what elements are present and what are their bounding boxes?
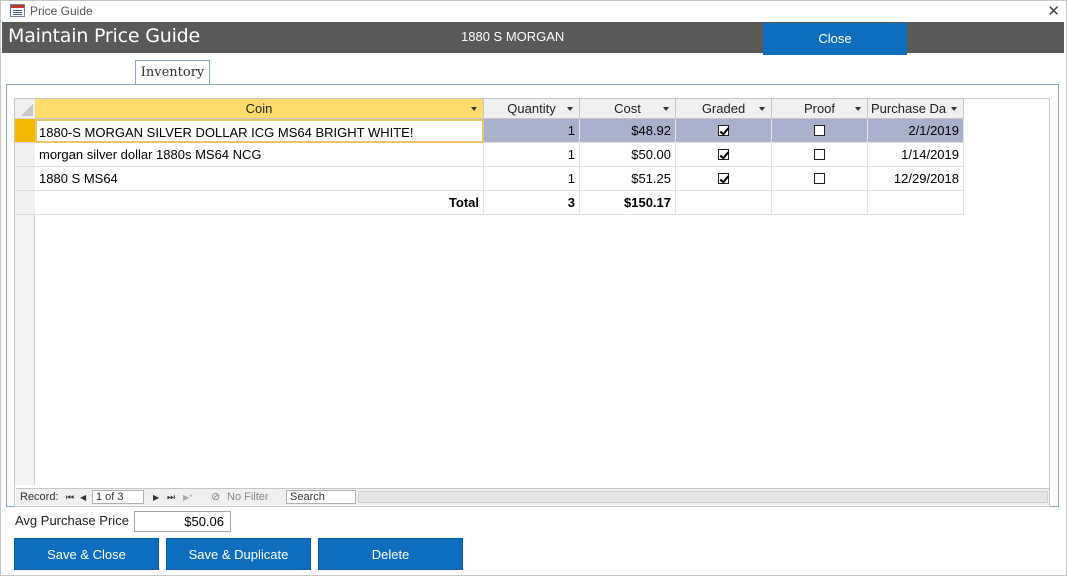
total-cost: $150.17: [580, 191, 676, 215]
window-close-icon[interactable]: ✕: [1047, 2, 1060, 20]
proof-cell[interactable]: [772, 119, 868, 143]
proof-checkbox[interactable]: [814, 125, 825, 137]
avg-purchase-price-field[interactable]: $50.06: [134, 511, 231, 532]
total-empty-cell: [676, 191, 772, 215]
chevron-down-icon[interactable]: [759, 107, 765, 111]
first-record-icon[interactable]: ⏮: [66, 491, 74, 504]
horizontal-scrollbar[interactable]: [358, 491, 1048, 503]
chevron-down-icon[interactable]: [471, 107, 477, 111]
record-label: Record:: [20, 491, 59, 503]
delete-button[interactable]: Delete: [318, 538, 463, 570]
title-bar: Price Guide ✕: [1, 1, 1066, 22]
purchase-date-cell[interactable]: 1/14/2019: [868, 143, 964, 167]
filter-icon[interactable]: ⊘: [211, 491, 220, 504]
previous-record-icon[interactable]: ◀: [80, 491, 86, 504]
window-title: Price Guide: [30, 4, 93, 18]
row-selector[interactable]: [15, 119, 35, 143]
total-empty-cell: [868, 191, 964, 215]
graded-checkbox[interactable]: [718, 125, 729, 137]
inventory-datasheet: Coin Quantity Cost Graded Proof Purchase…: [14, 98, 1050, 507]
column-header-label: Graded: [701, 101, 746, 116]
form-icon: [10, 4, 25, 17]
column-header-coin[interactable]: Coin: [35, 99, 484, 119]
row-selector[interactable]: [15, 143, 35, 167]
save-duplicate-button[interactable]: Save & Duplicate: [166, 538, 311, 570]
chevron-down-icon[interactable]: [951, 107, 957, 111]
quantity-cell[interactable]: 1: [484, 143, 580, 167]
avg-purchase-price-label: Avg Purchase Price: [15, 513, 129, 528]
chevron-down-icon[interactable]: [855, 107, 861, 111]
chevron-down-icon[interactable]: [663, 107, 669, 111]
total-label: Total: [35, 191, 484, 215]
cost-cell[interactable]: $51.25: [580, 167, 676, 191]
proof-cell[interactable]: [772, 143, 868, 167]
proof-checkbox[interactable]: [814, 149, 825, 161]
form-header: Maintain Price Guide 1880 S MORGAN Close: [2, 22, 1064, 55]
no-filter-label[interactable]: No Filter: [227, 491, 269, 504]
quantity-cell[interactable]: 1: [484, 119, 580, 143]
graded-checkbox[interactable]: [718, 173, 729, 185]
proof-checkbox[interactable]: [814, 173, 825, 185]
column-header-label: Coin: [245, 101, 273, 116]
coin-cell[interactable]: 1880-S MORGAN SILVER DOLLAR ICG MS64 BRI…: [35, 119, 484, 143]
purchase-date-cell[interactable]: 2/1/2019: [868, 119, 964, 143]
proof-cell[interactable]: [772, 167, 868, 191]
column-header-purchase-date[interactable]: Purchase Da: [868, 99, 964, 119]
form-title: Maintain Price Guide: [8, 25, 200, 47]
cost-cell[interactable]: $50.00: [580, 143, 676, 167]
coin-cell[interactable]: 1880 S MS64: [35, 167, 484, 191]
column-header-graded[interactable]: Graded: [676, 99, 772, 119]
record-position-input[interactable]: 1 of 3: [92, 490, 144, 504]
column-header-label: Purchase Da: [871, 101, 947, 116]
record-selector-column: [15, 99, 35, 485]
coin-cell[interactable]: morgan silver dollar 1880s MS64 NCG: [35, 143, 484, 167]
record-title: 1880 S MORGAN: [461, 29, 565, 44]
quantity-cell[interactable]: 1: [484, 167, 580, 191]
graded-cell[interactable]: [676, 119, 772, 143]
graded-cell[interactable]: [676, 167, 772, 191]
next-record-icon[interactable]: ▶: [153, 491, 159, 504]
chevron-down-icon[interactable]: [567, 107, 573, 111]
column-header-quantity[interactable]: Quantity: [484, 99, 580, 119]
save-close-button[interactable]: Save & Close: [14, 538, 159, 570]
row-selector[interactable]: [15, 191, 35, 215]
price-guide-window: Price Guide ✕ Maintain Price Guide 1880 …: [0, 0, 1067, 576]
column-header-label: Proof: [803, 101, 836, 116]
graded-cell[interactable]: [676, 143, 772, 167]
select-all-button[interactable]: [15, 99, 35, 119]
record-navigation-bar: Record: ⏮ ◀ 1 of 3 ▶ ⏭ ▶* ⊘ No Filter Se…: [16, 488, 1049, 505]
column-header-label: Cost: [614, 101, 641, 116]
cost-cell[interactable]: $48.92: [580, 119, 676, 143]
column-header-cost[interactable]: Cost: [580, 99, 676, 119]
tab-inventory[interactable]: Inventory: [135, 60, 210, 85]
new-record-icon[interactable]: ▶*: [183, 491, 192, 504]
total-empty-cell: [772, 191, 868, 215]
search-input[interactable]: Search: [286, 490, 356, 504]
last-record-icon[interactable]: ⏭: [167, 491, 175, 504]
column-header-proof[interactable]: Proof: [772, 99, 868, 119]
total-quantity: 3: [484, 191, 580, 215]
row-selector[interactable]: [15, 167, 35, 191]
close-button[interactable]: Close: [763, 23, 907, 55]
column-header-label: Quantity: [507, 101, 556, 116]
graded-checkbox[interactable]: [718, 149, 729, 161]
purchase-date-cell[interactable]: 12/29/2018: [868, 167, 964, 191]
